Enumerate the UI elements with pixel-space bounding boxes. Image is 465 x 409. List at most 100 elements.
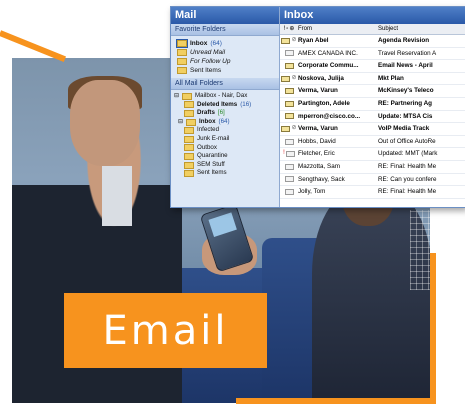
message-from: Verma, Varun <box>298 125 338 133</box>
smartphone-screen <box>208 212 237 237</box>
tree-outbox[interactable]: Outbox <box>174 144 279 153</box>
tree-junk[interactable]: Junk E-mail <box>174 135 279 144</box>
inbox-header: Inbox <box>280 7 465 24</box>
message-list: ⊘ Ryan Abel Agenda Revision AMEX CANADA INC… <box>280 35 465 199</box>
attachment-icon: ⊘ <box>291 74 297 81</box>
attachment-icon: ⊕ <box>289 26 295 32</box>
message-subject: Agenda Revision <box>378 37 430 44</box>
tree-deleted-items[interactable]: Deleted Items (16) <box>174 101 279 110</box>
column-subject[interactable]: Subject <box>378 24 465 34</box>
tree-mailbox[interactable]: ⊟ Mailbox - Nair, Dax <box>174 92 279 101</box>
collapse-icon[interactable]: ⊟ <box>174 92 179 101</box>
sent-folder-icon <box>177 67 187 74</box>
message-subject: RE: Final: Health Me <box>378 162 437 170</box>
draft-count: [6] <box>217 109 225 117</box>
message-row[interactable]: Corporate Commu... Email News - April <box>280 60 465 73</box>
tree-item-label: Outbox <box>197 143 217 151</box>
message-row[interactable]: Jolly, Tom RE: Final: Health Me <box>280 186 465 199</box>
unread-count: (64) <box>210 40 222 47</box>
message-from: Sengthavy, Sack <box>298 175 345 183</box>
collapse-icon[interactable]: ⊟ <box>178 118 183 127</box>
column-from[interactable]: From <box>298 24 378 34</box>
message-row[interactable]: Verma, Varun McKinsey's Teleco <box>280 85 465 98</box>
favorite-unread-mail[interactable]: Unread Mail <box>177 48 279 57</box>
message-icons <box>280 186 298 198</box>
message-subject: Out of Office AutoRe <box>378 137 436 145</box>
tree-item-label: SEM Stuff <box>197 160 225 168</box>
message-icons <box>280 98 298 110</box>
message-row[interactable]: mperron@cisco.co... Update: MTSA Cis <box>280 111 465 124</box>
message-from: Fletcher, Eric <box>298 150 335 158</box>
message-row[interactable]: Hobbs, David Out of Office AutoRe <box>280 136 465 149</box>
message-row[interactable]: ⊘ Ryan Abel Agenda Revision <box>280 35 465 48</box>
tree-infected[interactable]: Infected <box>174 126 279 135</box>
message-row[interactable]: Sengthavy, Sack RE: Can you confere <box>280 174 465 187</box>
high-importance-icon: ! <box>283 150 285 157</box>
message-icons <box>280 85 298 97</box>
message-from: Verma, Varun <box>298 87 338 95</box>
folder-icon <box>184 152 194 160</box>
folder-icon <box>184 127 194 135</box>
favorite-unread-label: Unread Mail <box>190 49 226 56</box>
tree-item-label: Infected <box>197 126 220 134</box>
tree-sem-stuff[interactable]: SEM Stuff <box>174 161 279 170</box>
tree-sent-items[interactable]: Sent Items <box>174 169 279 178</box>
message-icons <box>280 174 298 186</box>
mailbox-icon <box>182 92 193 100</box>
message-row[interactable]: Mazzotta, Sam RE: Final: Health Me <box>280 161 465 174</box>
navigation-pane: Mail Favorite Folders Inbox (64) Unread M… <box>171 7 280 207</box>
type-icon: ▫ <box>286 26 289 32</box>
message-from: Partington, Adele <box>298 99 350 107</box>
message-from: AMEX CANADA INC. <box>298 49 358 57</box>
message-subject: Mkt Plan <box>378 74 404 82</box>
message-row[interactable]: ⊘ Verma, Varun VoIP Media Track <box>280 123 465 136</box>
favorite-sent-items[interactable]: Sent Items <box>177 66 279 75</box>
unread-envelope-icon <box>284 113 294 120</box>
favorite-inbox[interactable]: Inbox (64) <box>176 39 279 48</box>
message-from: Noskova, Julija <box>298 74 344 82</box>
message-row[interactable]: AMEX CANADA INC. Travel Reservation A <box>280 48 465 61</box>
email-label: Email <box>102 307 229 354</box>
message-row[interactable]: ⊘ Noskova, Julija Mkt Plan <box>280 73 465 86</box>
message-from: Corporate Commu... <box>298 62 359 70</box>
tree-inbox[interactable]: ⊟ Inbox (64) <box>174 118 279 127</box>
inbox-pane: Inbox ! ▫ ⊕ From Subject ⊘ Ryan Abel Agenda … <box>280 7 465 207</box>
unread-envelope-icon <box>281 75 291 82</box>
message-icons <box>280 48 298 60</box>
unread-envelope-icon <box>284 62 294 69</box>
tree-item-label: Drafts <box>197 109 215 117</box>
deleted-items-icon <box>184 101 194 109</box>
message-subject: RE: Final: Health Me <box>378 188 437 196</box>
unread-envelope-icon <box>284 100 294 107</box>
tree-drafts[interactable]: Drafts [6] <box>174 109 279 118</box>
outbox-icon <box>184 144 194 152</box>
message-icons <box>280 60 298 72</box>
read-envelope-icon <box>284 163 294 170</box>
mail-pane-header: Mail <box>171 7 279 24</box>
message-row[interactable]: Partington, Adele RE: Partnering Ag <box>280 98 465 111</box>
message-from: Mazzotta, Sam <box>298 162 340 170</box>
message-row[interactable]: ! Fletcher, Eric Updated: MMT (Mark <box>280 148 465 161</box>
message-icons: ⊘ <box>280 35 298 47</box>
favorite-follow-up[interactable]: For Follow Up <box>177 57 279 66</box>
tree-quarantine[interactable]: Quarantine <box>174 152 279 161</box>
tree-item-label: Junk E-mail <box>197 134 230 142</box>
search-folder-icon <box>177 49 187 56</box>
folder-icon <box>176 39 188 48</box>
drafts-icon <box>184 109 194 117</box>
folder-tree: ⊟ Mailbox - Nair, Dax Deleted Items (16) D… <box>171 90 279 178</box>
column-icons[interactable]: ! ▫ ⊕ <box>280 24 298 34</box>
message-subject: VoIP Media Track <box>378 125 430 133</box>
message-from: mperron@cisco.co... <box>298 112 361 120</box>
message-subject: RE: Can you confere <box>378 175 437 183</box>
unread-count: (64) <box>218 117 230 125</box>
message-icons: ⊘ <box>280 123 298 135</box>
favorite-folders-header[interactable]: Favorite Folders <box>171 24 279 36</box>
inbox-icon <box>186 118 197 126</box>
message-subject: Travel Reservation A <box>378 49 437 57</box>
unread-envelope-icon <box>281 37 291 44</box>
importance-icon: ! <box>283 26 286 32</box>
man-shirt <box>102 166 132 226</box>
message-icons <box>280 161 298 173</box>
all-mail-folders-header[interactable]: All Mail Folders <box>171 78 279 90</box>
